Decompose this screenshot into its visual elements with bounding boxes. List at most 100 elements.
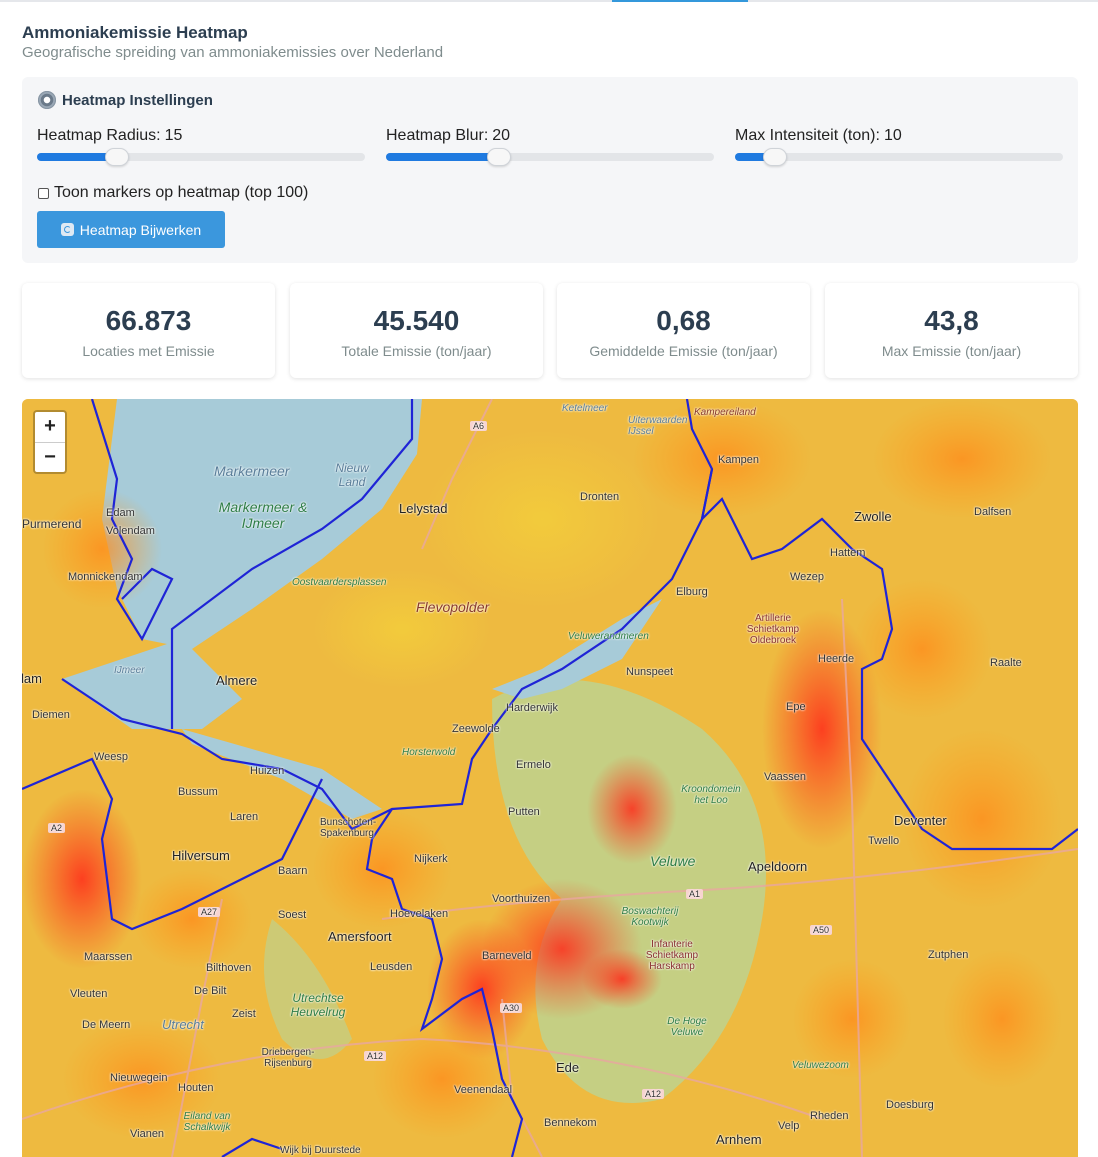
blur-label: Heatmap Blur: 20 xyxy=(386,127,511,144)
map-canvas[interactable] xyxy=(22,399,1078,1157)
map-label: Horsterwold xyxy=(402,747,456,758)
map-label: Harderwijk xyxy=(506,702,558,714)
blur-value: 20 xyxy=(492,127,511,144)
road-sign: A2 xyxy=(48,823,66,833)
map-label: Amsterdam xyxy=(22,671,42,686)
map-label: Houten xyxy=(178,1082,214,1094)
map-label: Dronten xyxy=(580,491,620,503)
stat-value: 43,8 xyxy=(924,305,979,336)
map-label: Putten xyxy=(508,806,540,818)
max-intensity-value: 10 xyxy=(883,127,902,144)
map-label: Artillerie Schietkamp Oldebroek xyxy=(746,613,800,646)
map-label: Zutphen xyxy=(928,949,969,961)
stat-card-locations: 66.873 Locaties met Emissie xyxy=(22,283,275,378)
road-sign: A12 xyxy=(642,1089,665,1099)
map-label: Bussum xyxy=(178,786,218,798)
radius-label: Heatmap Radius: 15 xyxy=(37,127,183,144)
stat-caption: Totale Emissie (ton/jaar) xyxy=(341,343,492,359)
map-label: Raalte xyxy=(990,657,1022,669)
road-sign: A30 xyxy=(500,1003,523,1013)
map-label: Bilthoven xyxy=(206,962,252,974)
blur-slider[interactable] xyxy=(386,148,714,166)
max-intensity-slider[interactable] xyxy=(735,148,1063,166)
radius-slider[interactable] xyxy=(37,148,365,166)
map-label: Velp xyxy=(778,1120,800,1132)
map-label: Monnickendam xyxy=(68,571,143,583)
max-intensity-slider-thumb[interactable] xyxy=(763,148,787,166)
map-label: Bennekom xyxy=(544,1117,597,1129)
map-label: Oostvaardersplassen xyxy=(292,577,387,588)
map-label: Wijk bij Duurstede xyxy=(280,1145,361,1156)
road-sign: A1 xyxy=(686,889,704,899)
map-label: Flevopolder xyxy=(416,599,490,615)
map-label: Infanterie Schietkamp Harskamp xyxy=(645,939,699,972)
markers-toggle[interactable]: Toon markers op heatmap (top 100) xyxy=(38,184,308,202)
map-label: De Meern xyxy=(82,1019,131,1031)
map-label: Diemen xyxy=(32,709,70,721)
map-label: Markermeer & IJmeer xyxy=(218,499,308,531)
map-label: Laren xyxy=(230,811,259,823)
map-label: Zeist xyxy=(232,1008,256,1020)
heatmap-map[interactable]: + − Markermeer Nieuw Land Markermeer & I… xyxy=(22,399,1078,1157)
radius-control: Heatmap Radius: 15 xyxy=(37,127,365,166)
stat-value: 66.873 xyxy=(105,305,192,336)
map-label: Baarn xyxy=(278,865,308,877)
settings-title-label: Heatmap Instellingen xyxy=(62,91,213,109)
map-label: Heerde xyxy=(818,653,855,665)
page-subtitle: Geografische spreiding van ammoniakemiss… xyxy=(22,44,444,61)
road-sign: A50 xyxy=(810,925,833,935)
markers-checkbox-label: Toon markers op heatmap (top 100) xyxy=(54,184,309,201)
map-label: Soest xyxy=(278,909,307,921)
map-label: Nieuwegein xyxy=(110,1072,168,1084)
map-label: Ketelmeer xyxy=(562,403,608,414)
zoom-in-button[interactable]: + xyxy=(35,412,65,443)
blur-slider-thumb[interactable] xyxy=(487,148,511,166)
map-label: Huizen xyxy=(250,765,285,777)
map-label: Epe xyxy=(786,701,806,713)
map-label: Ermelo xyxy=(516,759,551,771)
map-label: Deventer xyxy=(894,813,947,828)
update-heatmap-button[interactable]: Heatmap Bijwerken xyxy=(37,211,225,248)
map-label: Hattem xyxy=(830,547,866,559)
map-label: Utrechtse Heuvelrug xyxy=(290,991,346,1019)
map-label: Eiland van Schalkwijk xyxy=(183,1111,231,1133)
map-label: Wezep xyxy=(790,571,825,583)
stat-caption: Max Emissie (ton/jaar) xyxy=(881,343,1022,359)
stat-value: 0,68 xyxy=(656,305,711,336)
stat-value: 45.540 xyxy=(373,305,460,336)
map-label: Boswachterij Kootwijk xyxy=(621,906,679,928)
map-label: Edam xyxy=(106,507,135,519)
stat-caption: Locaties met Emissie xyxy=(82,343,215,359)
heatmap-settings-panel: Heatmap Instellingen Heatmap Radius: 15 H… xyxy=(22,77,1078,263)
map-label: Hilversum xyxy=(172,848,230,863)
zoom-control: + − xyxy=(33,410,67,474)
map-label: Zeewolde xyxy=(452,723,500,735)
stat-card-total: 45.540 Totale Emissie (ton/jaar) xyxy=(290,283,543,378)
map-label: Lelystad xyxy=(399,501,448,516)
map-label: Driebergen-Rijsenburg xyxy=(261,1047,315,1069)
map-label: IJmeer xyxy=(114,665,145,676)
map-label: Kroondomein het Loo xyxy=(681,784,741,806)
map-label: Vleuten xyxy=(70,988,108,1000)
map-label: Purmerend xyxy=(22,517,82,531)
zoom-out-button[interactable]: − xyxy=(35,443,65,473)
radius-slider-thumb[interactable] xyxy=(105,148,129,166)
page-header: Ammoniakemissie Heatmap Geografische spr… xyxy=(22,22,443,62)
map-label: Veluwe xyxy=(650,853,696,869)
stat-caption: Gemiddelde Emissie (ton/jaar) xyxy=(589,343,778,359)
blur-control: Heatmap Blur: 20 xyxy=(386,127,714,166)
map-label: Amersfoort xyxy=(328,929,392,944)
stat-card-max: 43,8 Max Emissie (ton/jaar) xyxy=(825,283,1078,378)
map-label: Vaassen xyxy=(764,771,806,783)
map-label: Volendam xyxy=(106,525,155,537)
markers-checkbox[interactable] xyxy=(38,187,49,199)
map-label: Nieuw Land xyxy=(335,461,369,489)
max-intensity-control: Max Intensiteit (ton): 10 xyxy=(735,127,1063,166)
map-label: Rheden xyxy=(810,1110,849,1122)
map-label: Veluwerandmeren xyxy=(568,631,649,642)
blur-slider-fill xyxy=(386,153,498,161)
map-label: Zwolle xyxy=(854,509,892,524)
road-sign: A6 xyxy=(470,421,488,431)
stats-row: 66.873 Locaties met Emissie 45.540 Total… xyxy=(22,283,1078,379)
map-label: Utrecht xyxy=(162,1017,204,1032)
